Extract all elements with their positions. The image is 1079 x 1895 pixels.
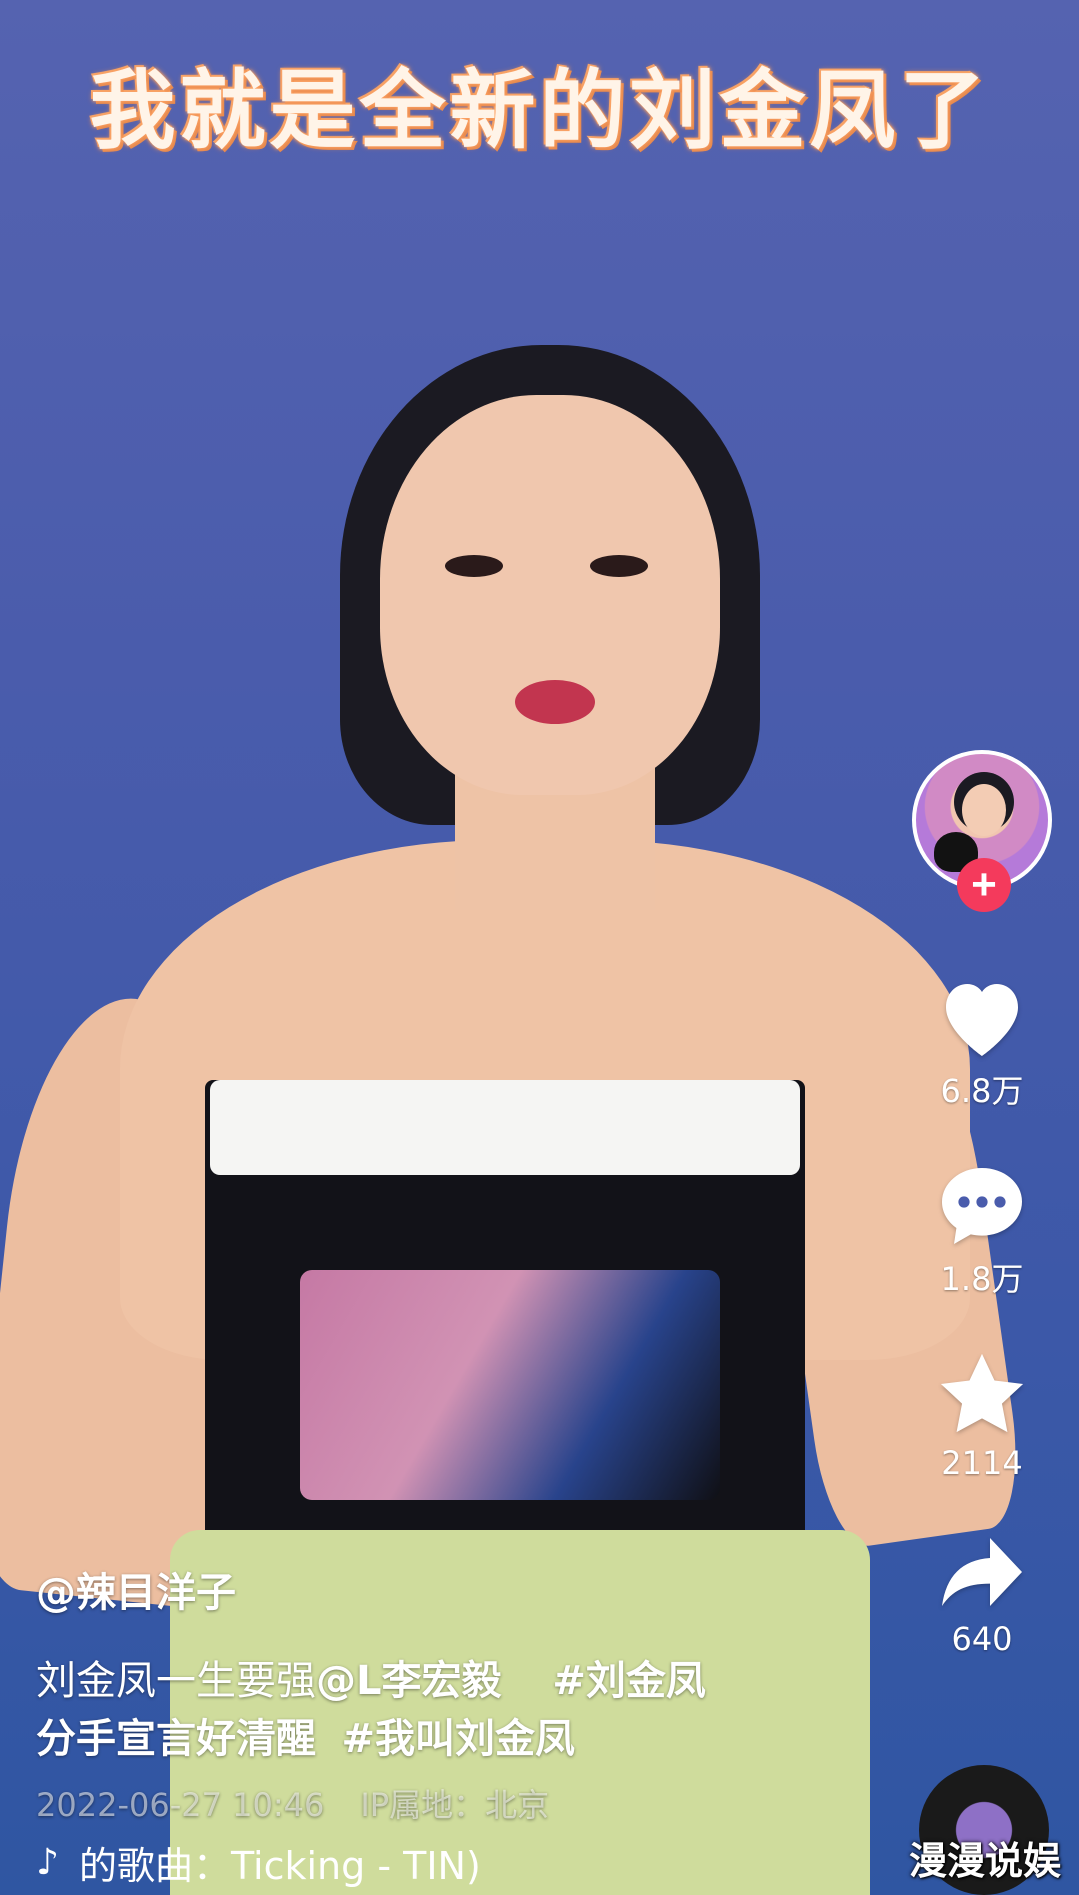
- share-arrow-icon[interactable]: [934, 1534, 1030, 1614]
- ip-location: IP属地：北京: [360, 1786, 550, 1824]
- watermark: 漫漫说娱: [908, 1839, 1061, 1883]
- music-label[interactable]: 的歌曲：Ticking - TIN): [79, 1835, 481, 1890]
- person-lips: [515, 680, 595, 724]
- person-eye-left: [445, 555, 503, 577]
- tiktok-note-icon: ♪: [36, 1842, 59, 1883]
- heart-icon[interactable]: [934, 972, 1030, 1060]
- comment-bubble-icon[interactable]: [934, 1160, 1030, 1248]
- like-count: 6.8万: [940, 1072, 1024, 1110]
- favorite-action[interactable]: 2114: [907, 1348, 1057, 1482]
- comment-count: 1.8万: [940, 1260, 1024, 1298]
- person-face: [380, 395, 720, 795]
- hashtag-link-2[interactable]: #我叫刘金凤: [341, 1716, 575, 1762]
- post-info: @辣目洋子 刘金凤一生要强@L李宏毅 #刘金凤 分手宣言好清醒 #我叫刘金凤 2…: [36, 1560, 839, 1826]
- post-date: 2022-06-27 10:46: [36, 1786, 325, 1824]
- creator-username[interactable]: @辣目洋子: [36, 1560, 839, 1618]
- hashtag-link[interactable]: #刘金凤: [552, 1658, 706, 1704]
- like-action[interactable]: 6.8万: [907, 972, 1057, 1112]
- share-action[interactable]: 640: [907, 1534, 1057, 1658]
- music-bar[interactable]: ♪ 的歌曲：Ticking - TIN): [36, 1835, 481, 1890]
- shirt-print: [300, 1270, 720, 1500]
- post-description: 刘金凤一生要强@L李宏毅 #刘金凤 分手宣言好清醒 #我叫刘金凤: [36, 1652, 839, 1768]
- description-text-2: 分手宣言好清醒: [36, 1716, 316, 1762]
- description-text: 刘金凤一生要强: [36, 1658, 316, 1704]
- post-meta: 2022-06-27 10:46 IP属地：北京: [36, 1780, 839, 1826]
- overlay-caption: 我就是全新的刘金凤了: [89, 61, 990, 161]
- avatar-face: [962, 784, 1006, 836]
- person-top-band: [210, 1080, 800, 1175]
- action-rail: + 6.8万 1.8万 2114 640: [907, 750, 1057, 1658]
- share-count: 640: [951, 1620, 1013, 1658]
- favorite-count: 2114: [941, 1444, 1023, 1482]
- comment-action[interactable]: 1.8万: [907, 1160, 1057, 1300]
- person-eye-right: [590, 555, 648, 577]
- star-icon[interactable]: [934, 1348, 1030, 1438]
- mention-link[interactable]: @L李宏毅: [316, 1658, 502, 1704]
- follow-button[interactable]: +: [957, 858, 1011, 912]
- creator-avatar-wrap[interactable]: +: [912, 750, 1052, 912]
